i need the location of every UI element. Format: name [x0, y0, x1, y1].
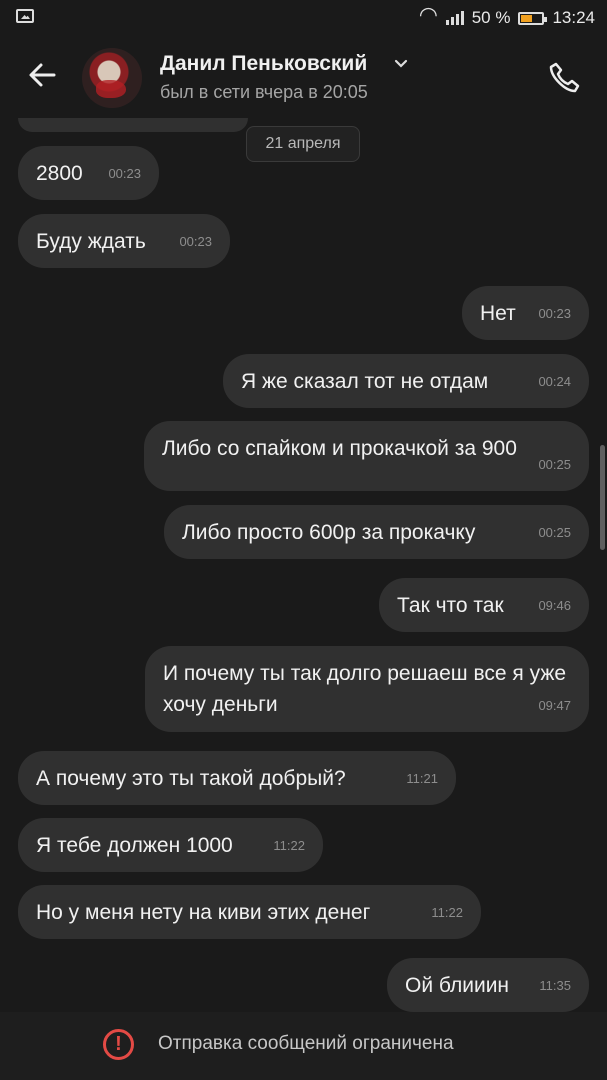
- battery-percent: 50 %: [471, 8, 511, 27]
- message-text: И почему ты так долго решаеш все я уже х…: [163, 662, 567, 716]
- warning-icon: !: [103, 1029, 134, 1060]
- message-bubble-outgoing[interactable]: Ой блииин 11:35: [387, 958, 589, 1012]
- phone-call-icon: [549, 62, 580, 93]
- wifi-icon: [418, 2, 438, 28]
- avatar[interactable]: [82, 48, 142, 108]
- image-icon: [16, 9, 34, 23]
- message-bubble-outgoing[interactable]: Либо со спайком и прокачкой за 900 00:25: [144, 421, 589, 491]
- message-text: Нет: [480, 302, 516, 325]
- message-time: 09:46: [538, 598, 571, 613]
- phone-call-icon[interactable]: [545, 58, 583, 96]
- contact-name[interactable]: Данил Пеньковский: [160, 52, 367, 76]
- message-bubble-outgoing[interactable]: Нет 00:23: [462, 286, 589, 340]
- chat-header: Данил Пеньковский был в сети вчера в 20:…: [0, 36, 607, 118]
- chevron-down-icon: [394, 59, 408, 68]
- message-time: 00:23: [179, 234, 212, 249]
- message-time: 00:23: [538, 306, 571, 321]
- message-text: Буду ждать: [36, 230, 146, 253]
- message-text: А почему это ты такой добрый?: [36, 767, 346, 790]
- message-bubble-outgoing[interactable]: Так что так 09:46: [379, 578, 589, 632]
- message-bubble-incoming[interactable]: Буду ждать 00:23: [18, 214, 230, 268]
- message-time: 11:22: [273, 838, 305, 853]
- clock: 13:24: [552, 8, 595, 27]
- back-arrow-icon: [29, 63, 56, 87]
- back-arrow-icon[interactable]: [24, 58, 60, 94]
- message-time: 00:25: [538, 457, 571, 472]
- message-bubble-outgoing[interactable]: Я же сказал тот не отдам 00:24: [223, 354, 589, 408]
- message-time: 09:47: [538, 698, 571, 713]
- scrollbar[interactable]: [600, 445, 605, 550]
- message-text: Я тебе должен 1000: [36, 834, 233, 857]
- date-separator: 21 апреля: [246, 126, 360, 162]
- message-time: 00:23: [108, 166, 141, 181]
- message-text: Либо просто 600р за прокачку: [182, 521, 476, 544]
- signal-icon: [445, 11, 464, 25]
- battery-icon: [518, 11, 548, 25]
- message-text: Так что так: [397, 594, 504, 617]
- message-text: Либо со спайком и прокачкой за 900: [162, 437, 517, 460]
- message-time: 11:21: [406, 771, 438, 786]
- message-time: 00:24: [538, 374, 571, 389]
- message-bubble-outgoing[interactable]: Либо просто 600р за прокачку 00:25: [164, 505, 589, 559]
- messaging-restricted-text: Отправка сообщений ограничена: [158, 1033, 454, 1054]
- message-bubble-incoming[interactable]: Я тебе должен 1000 11:22: [18, 818, 323, 872]
- status-bar: 50 % 13:24: [0, 0, 607, 36]
- message-text: Ой блииин: [405, 974, 510, 997]
- message-time: 11:35: [539, 978, 571, 993]
- message-text: 2800: [36, 162, 83, 185]
- last-seen-status: был в сети вчера в 20:05: [160, 82, 368, 102]
- message-text: Я же сказал тот не отдам: [241, 370, 489, 393]
- previous-message-bubble: [18, 118, 248, 132]
- message-bubble-incoming[interactable]: А почему это ты такой добрый? 11:21: [18, 751, 456, 805]
- message-time: 11:22: [431, 905, 463, 920]
- message-bubble-outgoing[interactable]: И почему ты так долго решаеш все я уже х…: [145, 646, 589, 732]
- messaging-restricted-bar: ! Отправка сообщений ограничена: [0, 1012, 607, 1080]
- chevron-down-icon[interactable]: [394, 56, 408, 68]
- status-icons: 50 % 13:24: [418, 2, 595, 28]
- message-text: Но у меня нету на киви этих денег: [36, 901, 371, 924]
- message-bubble-incoming[interactable]: 2800 00:23: [18, 146, 159, 200]
- message-list[interactable]: 21 апреля 2800 00:23 Буду ждать 00:23 Не…: [0, 118, 607, 1012]
- message-bubble-incoming[interactable]: Но у меня нету на киви этих денег 11:22: [18, 885, 481, 939]
- message-time: 00:25: [538, 525, 571, 540]
